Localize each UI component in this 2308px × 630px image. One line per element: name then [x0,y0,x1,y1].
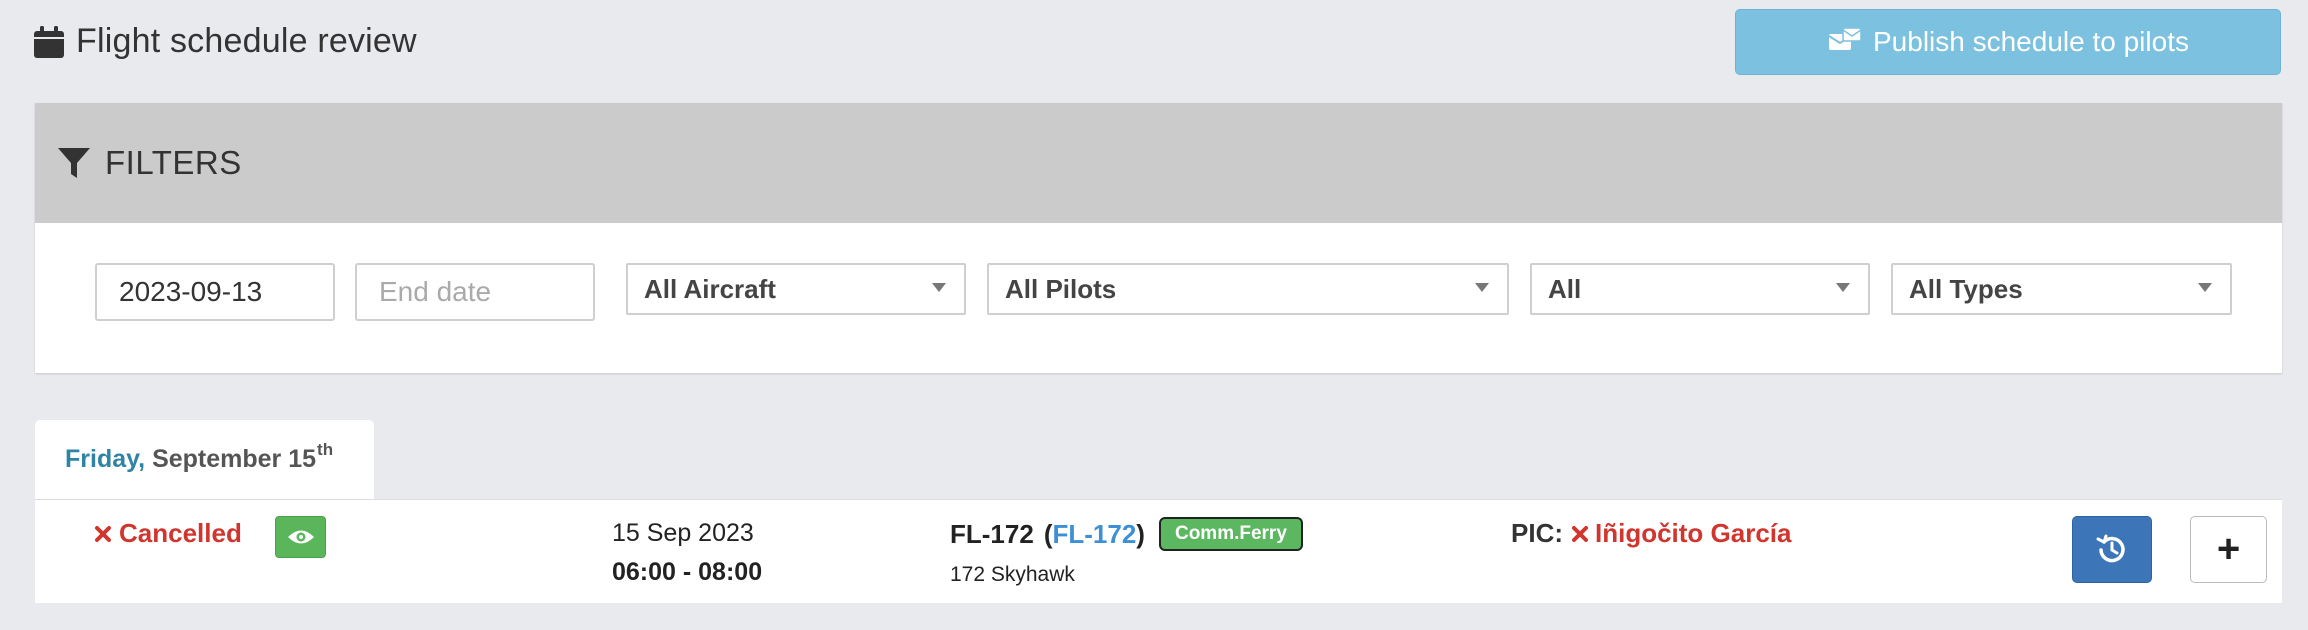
day-suffix: th [317,439,334,459]
pic-name-wrapper: Iñigočito García [1571,518,1792,549]
filters-title: FILTERS [105,144,242,181]
close-icon [1572,525,1588,542]
flight-date: 15 Sep 2023 [612,519,754,547]
flight-info: FL-172 (FL-172) Comm.Ferry 172 Skyhawk [950,517,1303,587]
filter-icon [58,148,90,178]
chevron-down-icon [932,283,946,292]
chevron-down-icon [1836,283,1850,292]
eye-icon [287,530,314,544]
chevron-down-icon [1475,283,1489,292]
status-select-value: All [1548,273,1582,304]
plus-icon: + [2216,527,2241,571]
types-select[interactable]: All Types [1891,263,2232,315]
status-text: Cancelled [119,518,242,548]
history-icon [2096,534,2125,562]
close-icon [95,525,111,542]
history-button[interactable] [2072,516,2152,583]
view-button[interactable] [275,516,326,558]
pilot-in-command: PIC: Iñigočito García [1511,518,1792,549]
publish-schedule-button[interactable]: Publish schedule to pilots [1735,9,2281,75]
send-mail-icon [1828,28,1862,50]
pic-label: PIC: [1511,518,1563,548]
start-date-input[interactable]: 2023-09-13 [95,263,335,321]
page-header: Flight schedule review [34,22,417,61]
filters-header: FILTERS [35,103,2282,223]
chevron-down-icon [2198,283,2212,292]
aircraft-name: 172 Skyhawk [950,563,1075,586]
end-date-input[interactable]: End date [355,263,595,321]
day-weekday: Friday, [65,445,146,473]
pic-name: Iñigočito García [1595,518,1792,548]
day-date: September 15 [152,445,317,473]
add-button[interactable]: + [2190,516,2267,583]
flight-type-badge: Comm.Ferry [1158,517,1303,551]
day-tab[interactable]: Friday, September 15th [35,420,374,499]
flight-code-link-wrapper: (FL-172) [1043,518,1145,549]
flight-row: Cancelled 15 Sep 2023 06:00 - 08:00 FL-1… [35,499,2282,603]
calendar-icon [34,25,64,58]
page-title: Flight schedule review [76,22,417,60]
pilots-select-value: All Pilots [1005,273,1117,304]
flight-datetime: 15 Sep 2023 06:00 - 08:00 [612,519,762,587]
aircraft-select-value: All Aircraft [644,273,776,304]
filters-panel: FILTERS 2023-09-13 End date All Aircraft… [35,103,2282,373]
publish-button-label: Publish schedule to pilots [1873,26,2189,57]
flight-code-link[interactable]: FL-172 [1052,519,1136,549]
status-select[interactable]: All [1530,263,1870,315]
flight-time: 06:00 - 08:00 [612,558,763,586]
status-badge: Cancelled [94,518,242,549]
pilots-select[interactable]: All Pilots [987,263,1509,315]
aircraft-select[interactable]: All Aircraft [626,263,966,315]
types-select-value: All Types [1909,273,2023,304]
flight-code: FL-172 [950,518,1034,549]
